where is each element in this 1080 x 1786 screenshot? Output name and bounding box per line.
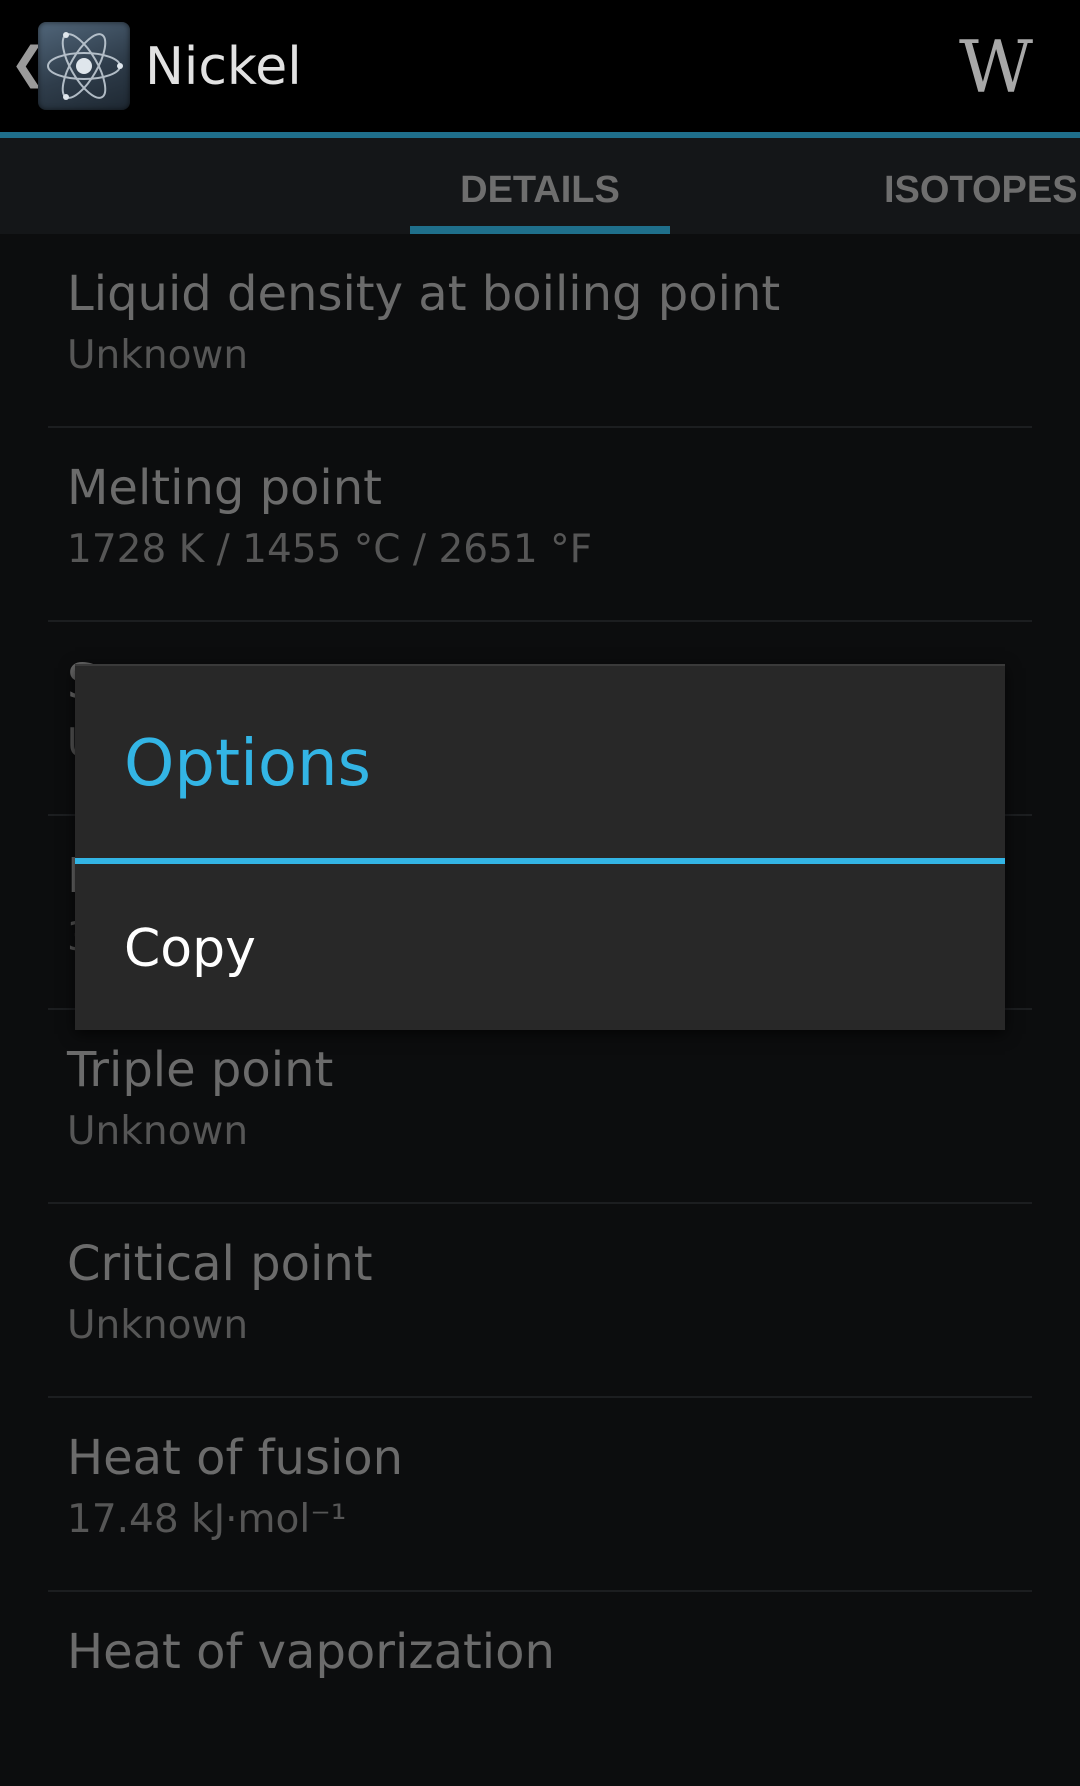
dialog-title: Options [124, 727, 371, 801]
copy-option-label: Copy [124, 919, 256, 979]
options-dialog: Options Copy [75, 664, 1005, 1030]
copy-option[interactable]: Copy [75, 864, 1005, 1030]
